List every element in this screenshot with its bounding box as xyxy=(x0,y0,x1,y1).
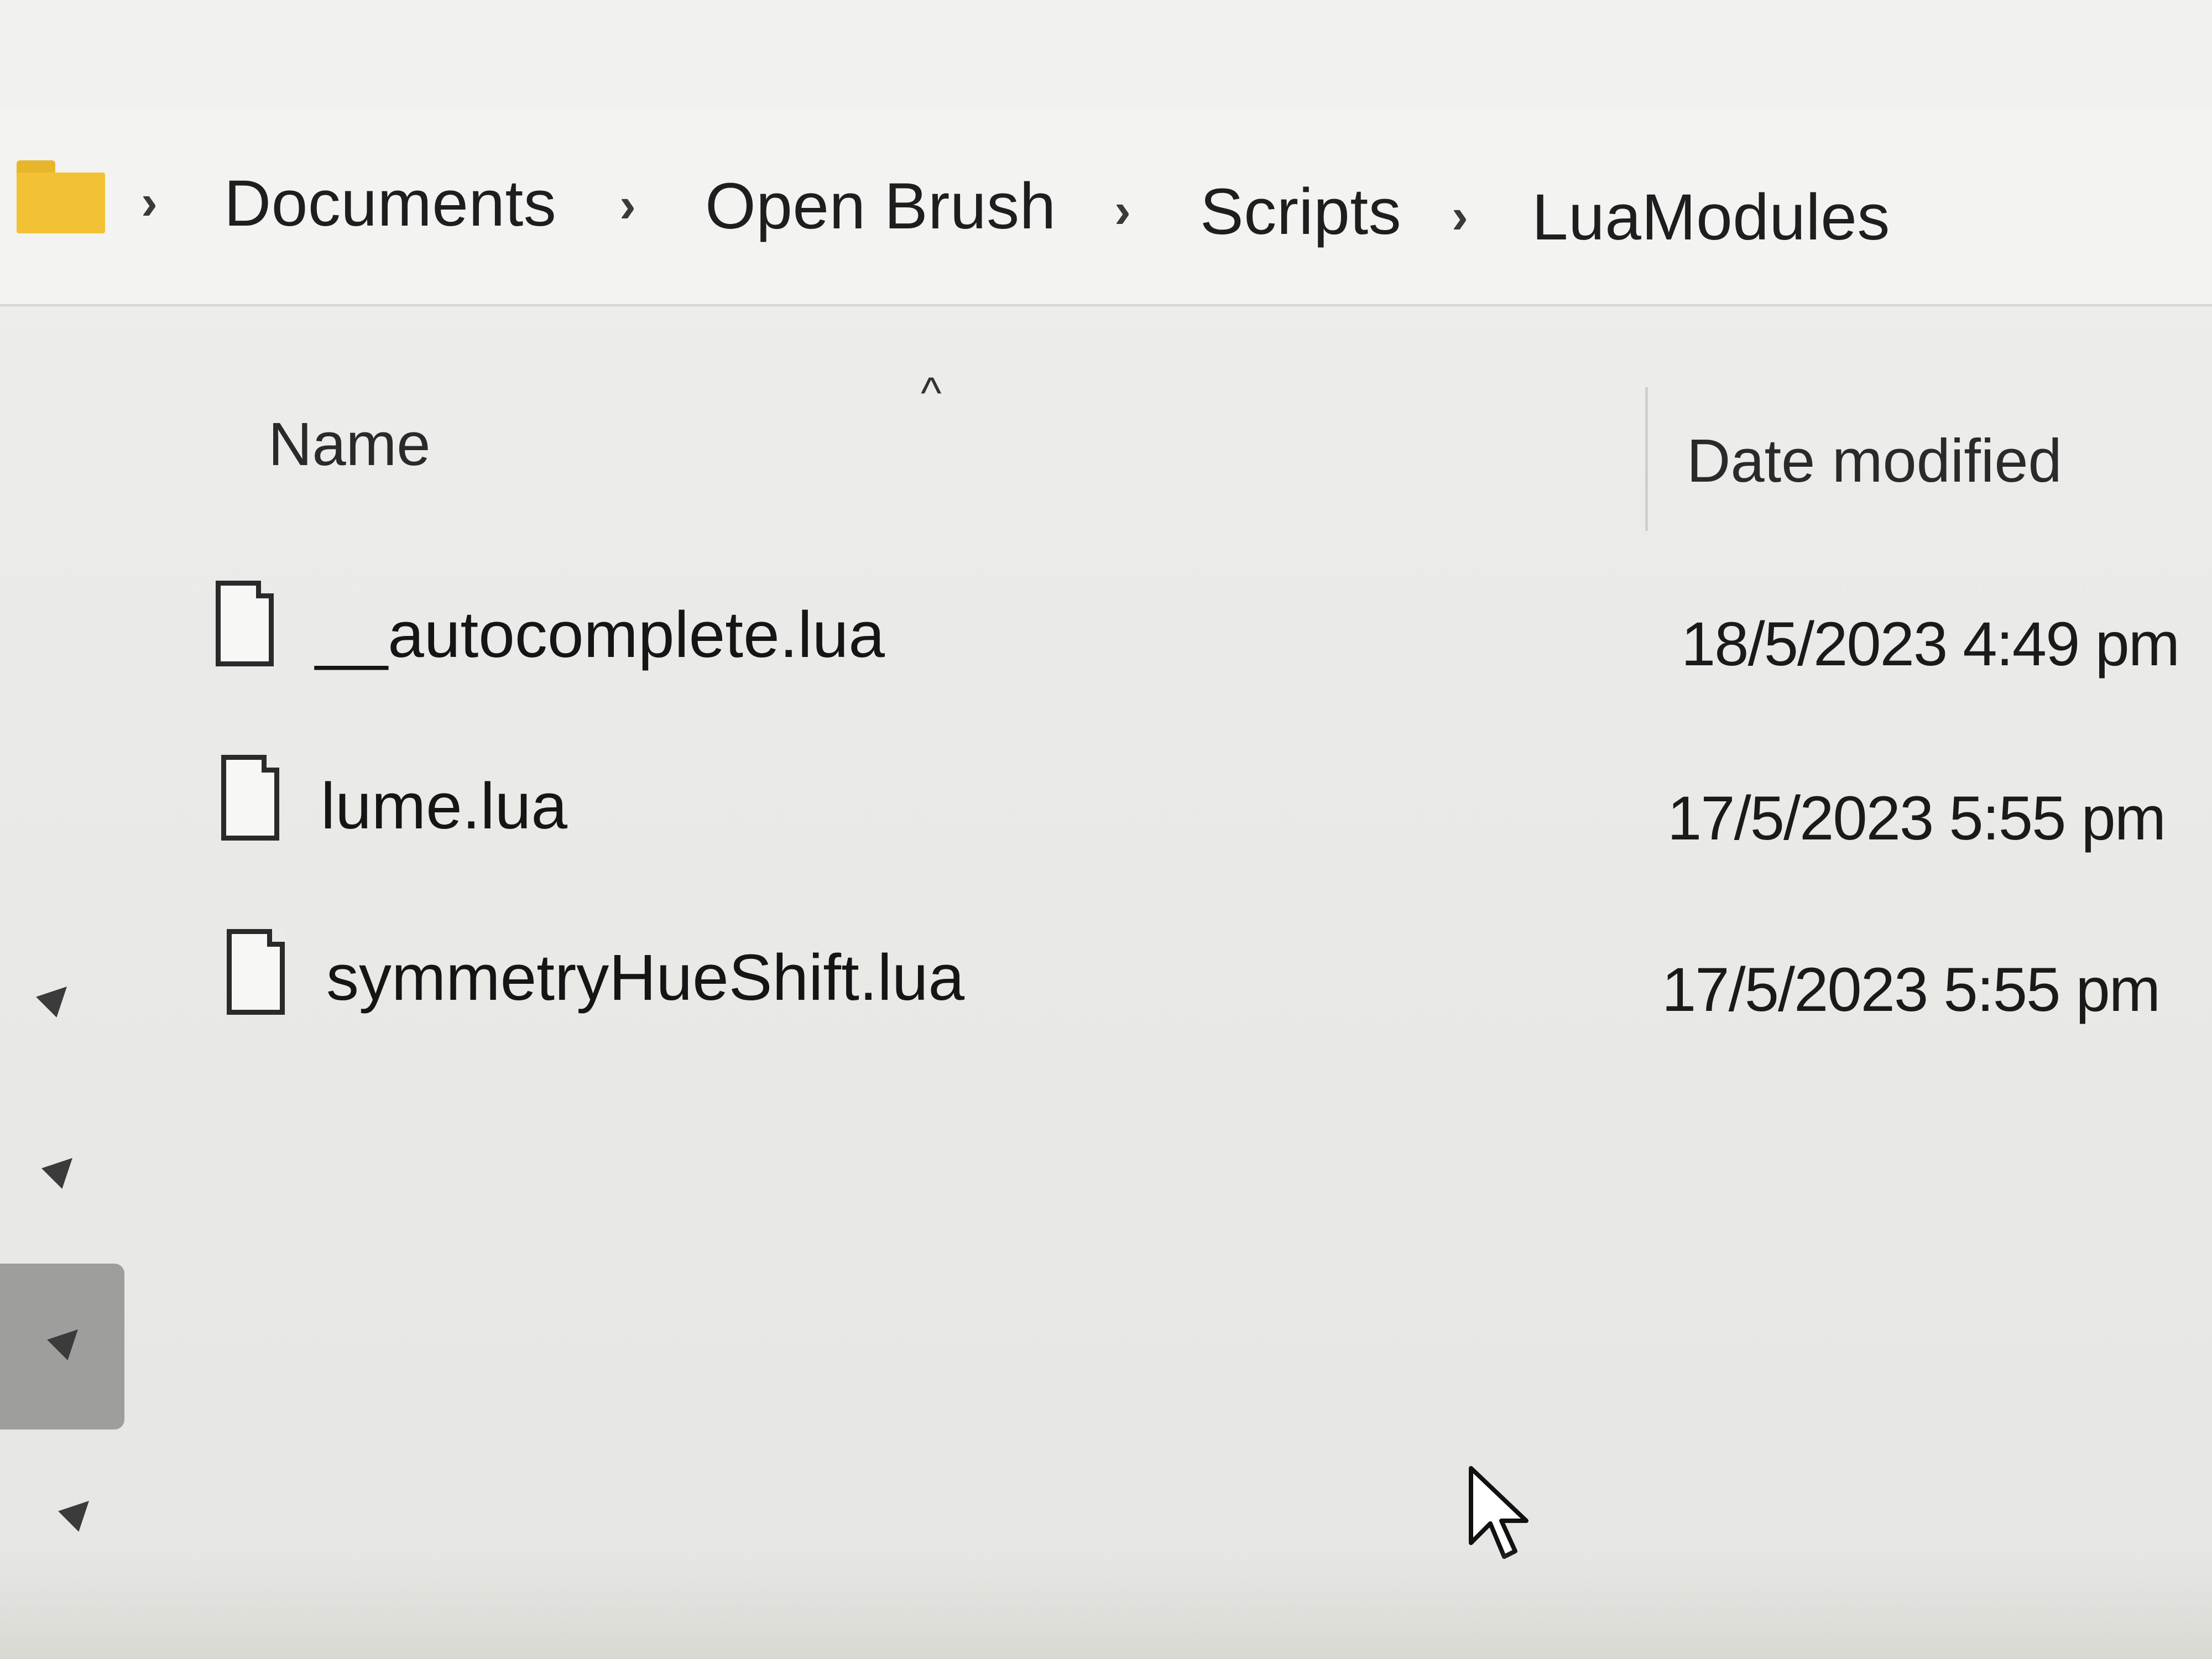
file-date: 18/5/2023 4:49 pm xyxy=(1681,609,2180,679)
breadcrumb-item-documents[interactable]: Documents xyxy=(224,166,556,241)
chevron-right-icon[interactable]: › xyxy=(1114,182,1131,239)
chevron-right-icon[interactable]: › xyxy=(1452,188,1468,245)
folder-icon xyxy=(17,160,105,238)
file-row[interactable]: lume.lua 17/5/2023 5:55 pm xyxy=(0,730,2212,896)
sort-ascending-icon: ^ xyxy=(921,368,942,418)
file-name: lume.lua xyxy=(321,770,568,843)
toolbar-strip xyxy=(0,0,2212,112)
file-date: 17/5/2023 5:55 pm xyxy=(1662,955,2161,1024)
navigation-pane: ▲ ▲ ▲ ▲ xyxy=(0,531,127,1659)
file-name: symmetryHueShift.lua xyxy=(326,941,965,1014)
file-icon xyxy=(227,929,285,1015)
column-divider[interactable] xyxy=(1645,387,1648,531)
file-date: 17/5/2023 5:55 pm xyxy=(1667,784,2166,853)
pin-icon[interactable]: ▲ xyxy=(19,956,97,1034)
file-icon xyxy=(221,755,279,841)
column-header-name[interactable]: Name xyxy=(268,409,430,479)
breadcrumb-item-scripts[interactable]: Scripts xyxy=(1200,174,1401,249)
breadcrumb-item-luamodules[interactable]: LuaModules xyxy=(1532,180,1890,255)
pin-icon[interactable]: ▲ xyxy=(24,1128,102,1206)
column-header-date-modified[interactable]: Date modified xyxy=(1687,426,2062,496)
file-row[interactable]: symmetryHueShift.lua 17/5/2023 5:55 pm xyxy=(0,901,2212,1067)
bottom-edge xyxy=(0,1548,2212,1659)
file-explorer-window: › Documents › Open Brush › Scripts › Lua… xyxy=(0,0,2212,1659)
file-name: __autocomplete.lua xyxy=(315,598,885,671)
chevron-right-icon[interactable]: › xyxy=(141,174,158,231)
pin-icon[interactable]: ▲ xyxy=(30,1299,108,1377)
breadcrumb-item-open-brush[interactable]: Open Brush xyxy=(705,169,1056,244)
file-icon xyxy=(216,581,274,666)
file-row[interactable]: __autocomplete.lua 18/5/2023 4:49 pm xyxy=(0,559,2212,724)
chevron-right-icon[interactable]: › xyxy=(619,177,636,234)
pin-icon[interactable]: ▲ xyxy=(41,1470,119,1548)
